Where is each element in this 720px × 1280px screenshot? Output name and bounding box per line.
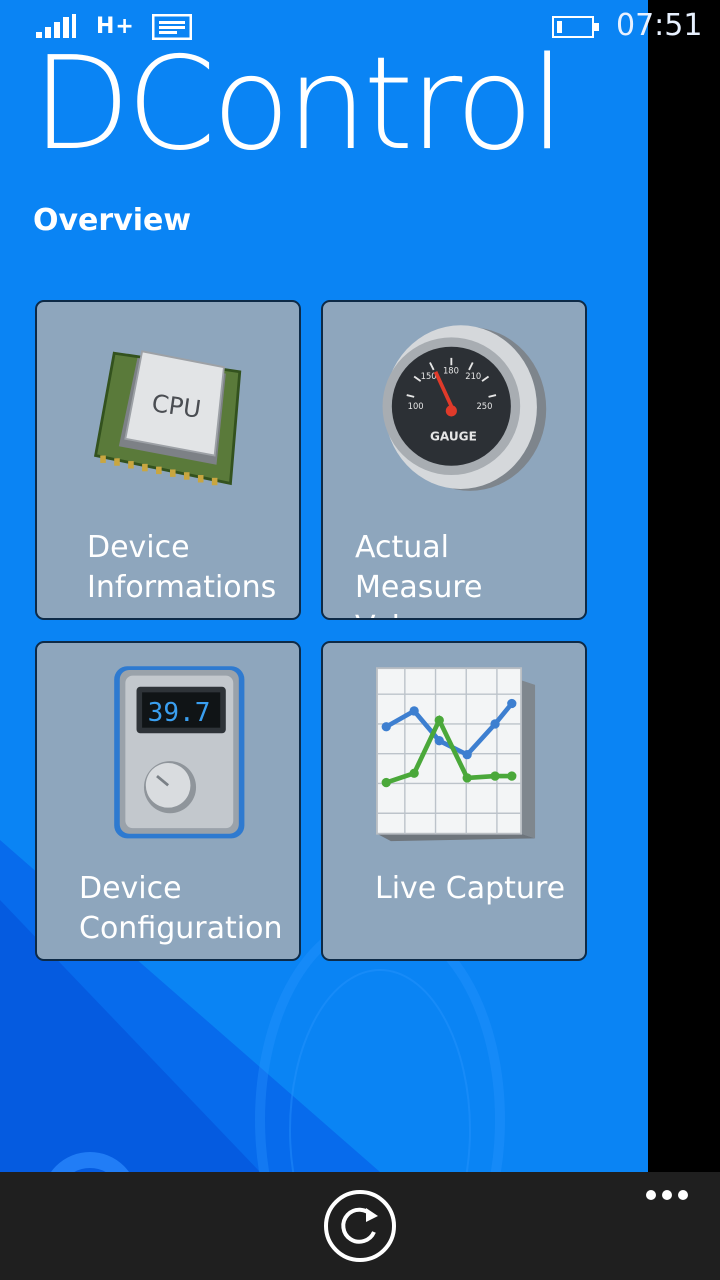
- section-title: Overview: [33, 203, 192, 238]
- thermostat-icon: 39.7: [114, 666, 245, 839]
- refresh-icon: [341, 1207, 378, 1244]
- tile-label: Device Configuration: [79, 871, 283, 946]
- tile-device-informations[interactable]: CPU Device Informations: [35, 300, 301, 620]
- clock: 07:51: [616, 8, 703, 43]
- tile-live-capture[interactable]: Live Capture: [321, 641, 587, 961]
- screen-edge: [648, 0, 720, 1172]
- tile-device-configuration[interactable]: 39.7 Device Configuration: [35, 641, 301, 961]
- dial-label: 100: [408, 401, 424, 411]
- refresh-button[interactable]: [324, 1190, 396, 1262]
- gauge-icon: 100 150 180 210 250 GAUGE: [382, 325, 547, 491]
- tile-actual-measure-values[interactable]: 100 150 180 210 250 GAUGE Actual Measure…: [321, 300, 587, 620]
- tile-label: Live Capture: [375, 871, 566, 906]
- tile-label: Actual Measure Values: [355, 530, 483, 618]
- cpu-icon: CPU: [93, 350, 242, 486]
- dial-label: 180: [443, 366, 459, 376]
- more-icon[interactable]: [644, 1180, 690, 1210]
- dial-label: 250: [476, 401, 492, 411]
- temperature-display: 39.7: [148, 698, 211, 728]
- dial-label: 210: [465, 371, 481, 381]
- app-title: DControl: [32, 30, 565, 179]
- app-bar: [0, 1172, 720, 1280]
- tile-label: Device Informations: [87, 530, 277, 605]
- gauge-title: GAUGE: [430, 430, 477, 444]
- line-chart-icon: [376, 667, 536, 842]
